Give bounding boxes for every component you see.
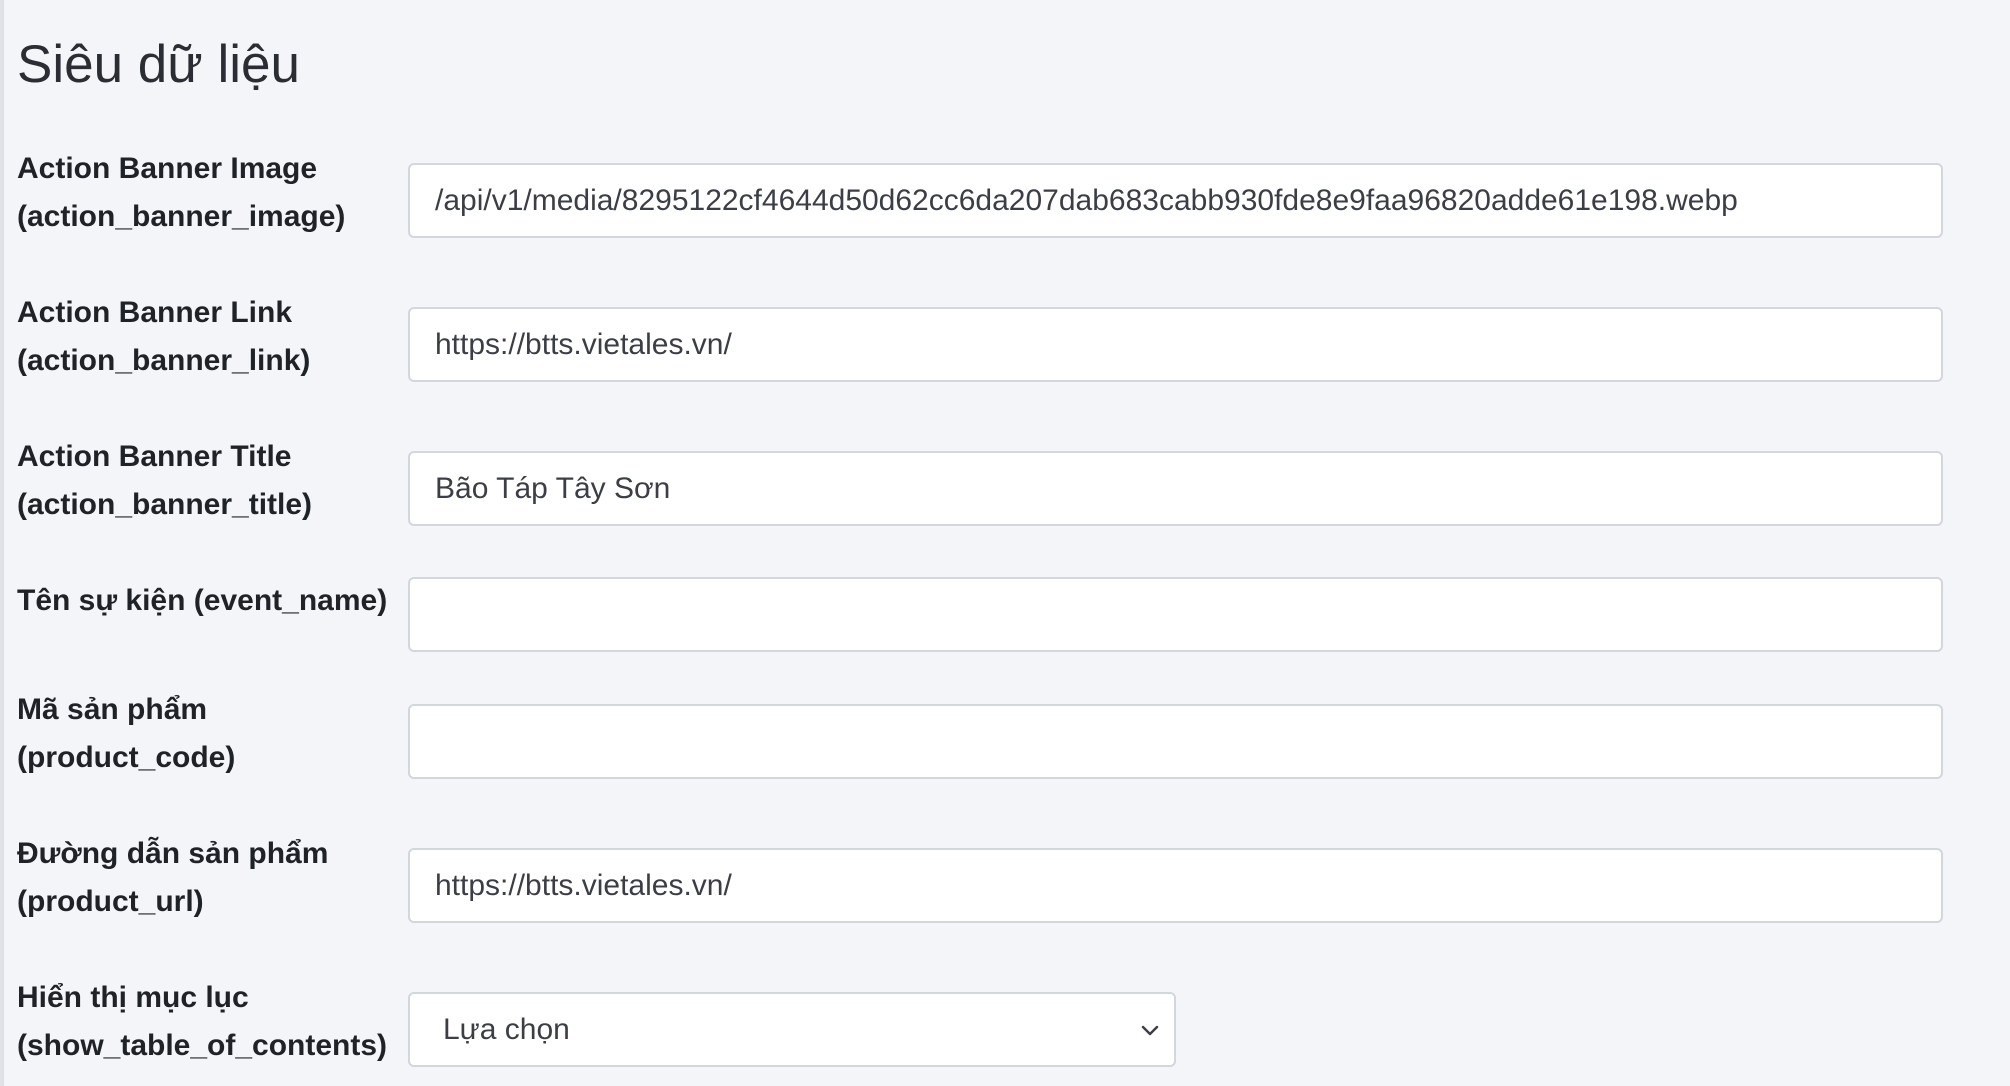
field-label-line: Đường dẫn sản phẩm — [17, 837, 329, 870]
field-label-line: Action Banner Title — [17, 440, 292, 473]
action-banner-image-input[interactable] — [408, 163, 1943, 238]
left-edge-divider — [0, 0, 4, 1086]
field-label-line: Action Banner Link — [17, 296, 293, 329]
action-banner-link-input[interactable] — [408, 307, 1943, 382]
field-label-line: Tên sự kiện (event_name) — [17, 584, 388, 617]
field-label-action-banner-link: Action Banner Link (action_banner_link) — [17, 289, 397, 385]
field-label-key: (show_table_of_contents) — [17, 1029, 388, 1062]
field-label-event-name: Tên sự kiện (event_name) — [17, 577, 397, 625]
field-label-key: (action_banner_link) — [17, 344, 311, 377]
show-table-of-contents-select[interactable]: Lựa chọn — [408, 992, 1176, 1067]
event-name-input[interactable] — [408, 577, 1943, 652]
field-label-line: Hiển thị mục lục — [17, 981, 249, 1014]
chevron-down-icon — [1141, 1025, 1159, 1036]
field-label-line: Mã sản phẩm — [17, 693, 208, 726]
select-value: Lựa chọn — [443, 1013, 570, 1046]
product-code-input[interactable] — [408, 704, 1943, 779]
field-label-key: (action_banner_image) — [17, 200, 346, 233]
action-banner-title-input[interactable] — [408, 451, 1943, 526]
field-label-action-banner-image: Action Banner Image (action_banner_image… — [17, 145, 397, 241]
field-label-line: Action Banner Image — [17, 152, 318, 185]
field-label-product-url: Đường dẫn sản phẩm (product_url) — [17, 830, 397, 926]
field-label-key: (action_banner_title) — [17, 488, 313, 521]
field-label-key: (product_url) — [17, 885, 204, 918]
product-url-input[interactable] — [408, 848, 1943, 923]
field-label-key: (product_code) — [17, 741, 236, 774]
field-label-product-code: Mã sản phẩm (product_code) — [17, 686, 397, 782]
field-label-show-table-of-contents: Hiển thị mục lục (show_table_of_contents… — [17, 974, 397, 1070]
page-title: Siêu dữ liệu — [17, 35, 300, 94]
field-label-action-banner-title: Action Banner Title (action_banner_title… — [17, 433, 397, 529]
